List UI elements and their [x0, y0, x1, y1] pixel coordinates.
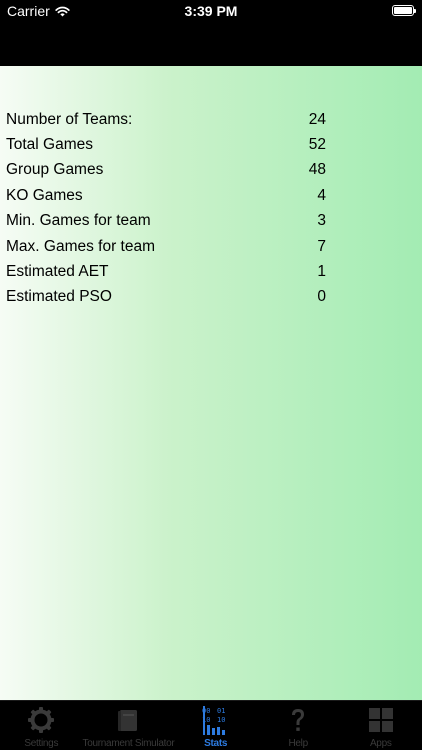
gear-icon: [28, 707, 55, 733]
battery-level: [394, 7, 412, 14]
app-screen: Carrier 3:39 PM Number of Teams: 24 Tota…: [0, 0, 422, 750]
status-time: 3:39 PM: [184, 3, 238, 19]
tab-tournament-simulator[interactable]: Tournament Simulator: [83, 701, 175, 750]
stat-value: 7: [317, 237, 326, 255]
stat-value: 3: [317, 212, 326, 230]
stat-row-total-games: Total Games 52: [0, 132, 326, 157]
tab-bar: Settings Tournament Simulator 00 01 10 1…: [0, 700, 422, 750]
stat-value: 0: [317, 288, 326, 306]
stat-row-group-games: Group Games 48: [0, 158, 326, 183]
stat-value: 52: [308, 136, 326, 154]
tab-stats[interactable]: 00 01 10 10 Stats: [174, 701, 257, 750]
svg-text:01: 01: [217, 707, 225, 715]
stats-icon: 00 01 10 10: [202, 706, 225, 735]
stat-label: Min. Games for team: [6, 212, 151, 230]
stat-label: KO Games: [6, 186, 83, 204]
tab-help[interactable]: Help: [257, 701, 340, 750]
stat-row-number-of-teams: Number of Teams: 24: [0, 107, 326, 132]
question-icon: [292, 709, 305, 731]
stat-label: Total Games: [6, 136, 94, 154]
stat-row-ko-games: KO Games 4: [0, 183, 326, 208]
status-bar: Carrier 3:39 PM: [0, 0, 422, 22]
tab-apps[interactable]: Apps: [339, 701, 422, 750]
stat-value: 1: [317, 263, 326, 281]
stat-row-max-games: Max. Games for team 7: [0, 234, 326, 259]
tab-label: Apps: [369, 738, 392, 749]
tab-label: Settings: [24, 738, 59, 749]
battery-icon: [392, 5, 416, 16]
stat-value: 48: [308, 161, 326, 179]
stat-label: Number of Teams:: [6, 110, 133, 128]
stat-row-estimated-aet: Estimated AET 1: [0, 259, 326, 284]
stat-label: Estimated AET: [6, 263, 109, 281]
stat-label: Max. Games for team: [6, 237, 156, 255]
stat-row-min-games: Min. Games for team 3: [0, 209, 326, 234]
stats-content: Number of Teams: 24 Total Games 52 Group…: [0, 66, 422, 700]
tab-label: Stats: [204, 738, 228, 749]
book-icon: [118, 710, 138, 731]
tab-label: Tournament Simulator: [82, 738, 175, 749]
svg-text:10: 10: [217, 716, 225, 724]
stat-value: 4: [317, 186, 326, 204]
tab-settings[interactable]: Settings: [0, 701, 83, 750]
stats-list: Number of Teams: 24 Total Games 52 Group…: [0, 107, 326, 310]
stat-label: Group Games: [6, 161, 104, 179]
apps-grid-icon: [368, 708, 393, 732]
tab-label: Help: [288, 738, 309, 749]
stat-row-estimated-pso: Estimated PSO 0: [0, 285, 326, 310]
stat-label: Estimated PSO: [6, 288, 112, 306]
stat-value: 24: [308, 110, 326, 128]
